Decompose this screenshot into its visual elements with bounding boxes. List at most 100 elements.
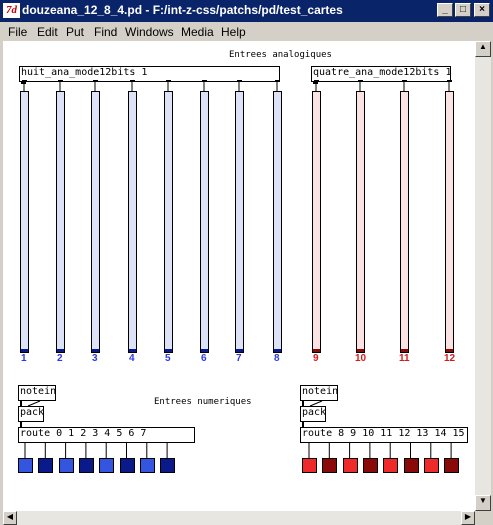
window-title: douzeana_12_8_4.pd - F:/int-z-css/patchs… (22, 3, 343, 17)
vslider-knob[interactable] (129, 349, 136, 352)
outlet (93, 80, 98, 82)
comment-entrees-analogiques: Entrees analogiques (229, 50, 332, 60)
right-toggle-6[interactable] (423, 458, 439, 473)
maximize-button[interactable]: □ (455, 3, 471, 17)
vslider-label-10: 10 (355, 353, 367, 364)
scroll-right-button[interactable]: ▶ (461, 511, 475, 525)
vertical-scrollbar[interactable]: ▲ ▼ (475, 41, 491, 511)
vslider-label-3: 3 (92, 353, 98, 364)
pack-right-label: pack (302, 407, 326, 418)
vslider-knob[interactable] (57, 349, 64, 352)
menu-help[interactable]: Help (221, 25, 246, 39)
vslider-2[interactable] (56, 91, 65, 353)
vslider-label-11: 11 (399, 353, 410, 364)
object-quatre-ana[interactable]: quatre_ana_mode12bits 1 (311, 66, 451, 82)
outlet (166, 80, 171, 82)
vslider-knob[interactable] (236, 349, 243, 352)
vslider-label-1: 1 (21, 353, 27, 364)
object-huit-ana-label: huit_ana_mode12bits 1 (21, 67, 148, 78)
menu-media[interactable]: Media (181, 25, 214, 39)
menu-find[interactable]: Find (94, 25, 117, 39)
outlet (58, 80, 63, 82)
left-toggle-2[interactable] (58, 458, 74, 473)
outlet (358, 80, 363, 82)
outlet (237, 80, 242, 82)
object-quatre-ana-label: quatre_ana_mode12bits 1 (313, 67, 451, 78)
right-toggle-5[interactable] (403, 458, 419, 473)
menu-bar: File Edit Put Find Windows Media Help (0, 22, 493, 41)
vslider-knob[interactable] (446, 349, 453, 352)
right-toggle-3[interactable] (362, 458, 378, 473)
outlet (202, 80, 207, 82)
vslider-knob[interactable] (313, 349, 320, 352)
vslider-11[interactable] (400, 91, 409, 353)
pd-app-icon: 7d (3, 3, 20, 18)
menu-put[interactable]: Put (66, 25, 84, 39)
vslider-label-2: 2 (57, 353, 63, 364)
object-route-right[interactable]: route 8 9 10 11 12 13 14 15 (300, 427, 468, 443)
left-toggle-0[interactable] (18, 458, 33, 473)
object-pack-left[interactable]: pack (18, 406, 44, 422)
route-right-label: route 8 9 10 11 12 13 14 15 (302, 428, 465, 439)
vslider-label-12: 12 (444, 353, 456, 364)
left-toggle-5[interactable] (119, 458, 135, 473)
vslider-12[interactable] (445, 91, 454, 353)
vslider-4[interactable] (128, 91, 137, 353)
outlet (21, 82, 26, 84)
scroll-up-button[interactable]: ▲ (475, 41, 491, 57)
object-route-left[interactable]: route 0 1 2 3 4 5 6 7 (18, 427, 195, 443)
vslider-label-8: 8 (274, 353, 280, 364)
right-toggle-7[interactable] (444, 458, 460, 473)
left-toggle-4[interactable] (99, 458, 115, 473)
title-bar: 7d douzeana_12_8_4.pd - F:/int-z-css/pat… (0, 0, 493, 22)
left-toggle-7[interactable] (160, 458, 176, 473)
close-button[interactable]: × (474, 3, 490, 17)
outlet (130, 80, 135, 82)
right-toggle-0[interactable] (302, 458, 317, 473)
vslider-3[interactable] (91, 91, 100, 353)
outlet (275, 80, 280, 82)
vslider-5[interactable] (164, 91, 173, 353)
left-toggle-6[interactable] (139, 458, 155, 473)
vslider-6[interactable] (200, 91, 209, 353)
patch-canvas[interactable]: Entrees analogiques Entrees numeriques h… (3, 41, 475, 511)
route-left-label: route 0 1 2 3 4 5 6 7 (20, 428, 147, 439)
vslider-knob[interactable] (92, 349, 99, 352)
outlet (402, 80, 407, 82)
notein-left-label: notein (20, 386, 56, 397)
vslider-knob[interactable] (165, 349, 172, 352)
vslider-label-9: 9 (313, 353, 319, 364)
vslider-1[interactable] (20, 91, 29, 353)
object-notein-right[interactable]: notein (300, 385, 338, 401)
vslider-10[interactable] (356, 91, 365, 353)
comment-entrees-numeriques: Entrees numeriques (154, 397, 252, 407)
vslider-label-7: 7 (236, 353, 242, 364)
vslider-knob[interactable] (401, 349, 408, 352)
right-toggle-2[interactable] (342, 458, 358, 473)
minimize-button[interactable]: _ (437, 3, 453, 17)
menu-edit[interactable]: Edit (37, 25, 58, 39)
vslider-label-6: 6 (201, 353, 207, 364)
right-toggle-1[interactable] (322, 458, 338, 473)
vslider-knob[interactable] (357, 349, 364, 352)
vslider-7[interactable] (235, 91, 244, 353)
vslider-knob[interactable] (21, 349, 28, 352)
scroll-down-button[interactable]: ▼ (475, 495, 491, 511)
horizontal-scrollbar[interactable]: ◀ ▶ (3, 511, 475, 525)
object-notein-left[interactable]: notein (18, 385, 56, 401)
vslider-9[interactable] (312, 91, 321, 353)
vslider-knob[interactable] (274, 349, 281, 352)
object-pack-right[interactable]: pack (300, 406, 326, 422)
vslider-knob[interactable] (201, 349, 208, 352)
left-toggle-1[interactable] (38, 458, 54, 473)
right-toggle-4[interactable] (383, 458, 399, 473)
menu-file[interactable]: File (8, 25, 27, 39)
vslider-label-4: 4 (129, 353, 135, 364)
vslider-8[interactable] (273, 91, 282, 353)
scroll-left-button[interactable]: ◀ (3, 511, 17, 525)
left-toggle-3[interactable] (78, 458, 94, 473)
menu-windows[interactable]: Windows (125, 25, 174, 39)
outlet (313, 82, 318, 84)
notein-right-label: notein (302, 386, 338, 397)
vslider-label-5: 5 (165, 353, 171, 364)
